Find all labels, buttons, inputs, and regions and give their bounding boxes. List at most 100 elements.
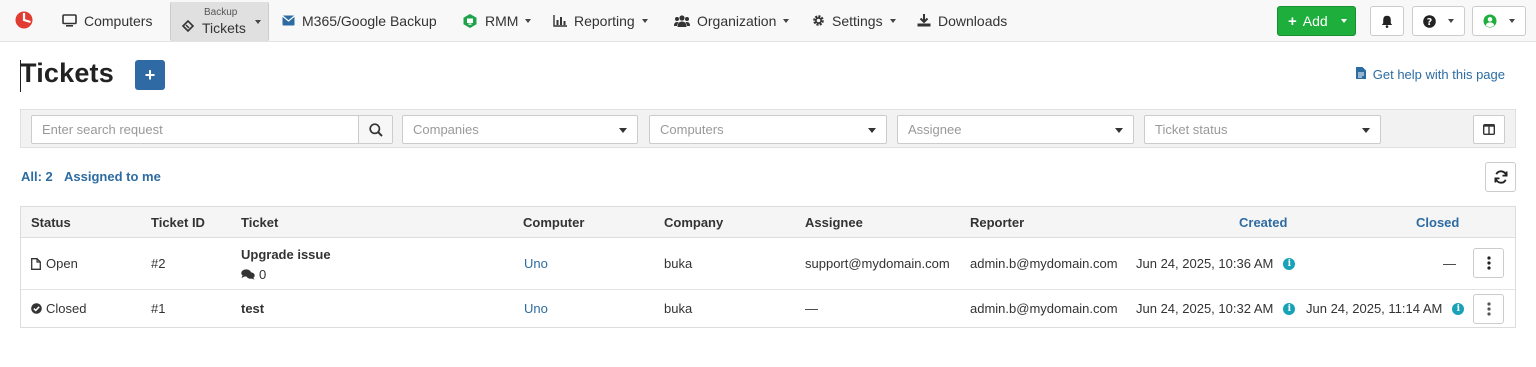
nav-downloads-label: Downloads [938,12,1008,29]
check-circle-icon [31,303,42,314]
nav-computers[interactable]: Computers [62,0,152,41]
nav-backup-tickets[interactable]: Backup Tickets [170,2,269,41]
nav-m365-backup[interactable]: M365/Google Backup [282,0,437,41]
status-text: Closed [46,301,87,316]
search-button[interactable] [358,115,393,144]
computers-select[interactable]: Computers [649,115,887,144]
row-actions-button[interactable] [1473,294,1504,324]
nav-reporting[interactable]: Reporting [553,0,648,41]
top-navbar: Computers Backup Tickets M365/Google Bac… [0,0,1536,42]
nav-organization-label: Organization [697,12,777,29]
plus-icon: + [144,64,156,85]
page-title: Tickets [20,58,114,88]
add-button[interactable]: + Add [1277,6,1356,36]
document-icon [1355,67,1366,82]
download-icon [917,14,931,27]
filter-assigned-to-me[interactable]: Assigned to me [64,169,161,184]
chevron-down-icon [254,19,261,24]
nav-rmm[interactable]: RMM [462,0,532,41]
nav-settings[interactable]: Settings [812,0,896,41]
ticket-title-link[interactable]: test [241,301,264,316]
info-icon[interactable]: i [1452,302,1465,315]
closed-date: Jun 24, 2025, 11:14 AM [1306,301,1443,316]
ticket-title-link[interactable]: Upgrade issue [241,247,331,262]
computer-link[interactable]: Uno [524,301,548,316]
computers-select-label: Computers [660,122,724,137]
gear-icon [812,14,825,27]
ticket-status-select[interactable]: Ticket status [1144,115,1381,144]
filter-all-count[interactable]: All: 2 [21,169,53,184]
ticket-status-select-label: Ticket status [1155,122,1228,137]
columns-toggle-button[interactable] [1473,115,1505,144]
envelope-icon [282,15,295,26]
column-ticket[interactable]: Ticket [241,215,278,230]
notifications-button[interactable] [1370,6,1404,36]
nav-computers-label: Computers [84,12,153,29]
plus-icon: + [1288,12,1297,30]
kebab-menu-icon [1486,302,1491,316]
chevron-down-icon [525,18,532,23]
column-status[interactable]: Status [31,215,71,230]
ticket-icon [181,19,195,33]
nav-m365-label: M365/Google Backup [302,12,437,29]
column-ticket-id[interactable]: Ticket ID [151,215,205,230]
help-button[interactable]: ? [1412,6,1465,36]
created-cell: Jun 24, 2025, 10:32 AM i [1136,301,1296,316]
chevron-down-icon [1340,19,1347,23]
status-text: Open [46,256,78,271]
assignee-cell: — [805,301,818,316]
app-logo-icon[interactable] [14,10,34,30]
comments-count-text: 0 [259,267,267,282]
column-closed[interactable]: Closed [1416,215,1459,230]
nav-tickets-label: Tickets [202,20,246,36]
info-icon[interactable]: i [1283,302,1296,315]
add-button-label: Add [1302,13,1328,29]
reporter-cell: admin.b@mydomain.com [970,256,1118,271]
search-placeholder: Enter search request [42,122,163,137]
refresh-icon [1494,170,1507,184]
new-ticket-button[interactable]: + [135,60,165,90]
column-company[interactable]: Company [664,215,723,230]
nav-organization[interactable]: Organization [674,0,790,41]
company-cell: buka [664,256,693,271]
row-actions-button[interactable] [1473,248,1504,278]
column-computer[interactable]: Computer [523,215,584,230]
user-menu-button[interactable] [1472,6,1526,36]
question-circle-icon: ? [1423,14,1436,28]
refresh-button[interactable] [1485,162,1516,192]
table-row[interactable]: Open #2 Upgrade issue 0 Uno buka support… [21,238,1515,290]
nav-downloads[interactable]: Downloads [917,0,1007,41]
help-link[interactable]: Get help with this page [1355,67,1505,82]
chevron-down-icon [1509,19,1515,23]
created-date: Jun 24, 2025, 10:32 AM [1136,301,1274,316]
reporter-cell: admin.b@mydomain.com [970,301,1118,316]
column-assignee[interactable]: Assignee [805,215,863,230]
svg-text:?: ? [1427,17,1433,28]
nav-backup-label: Backup [204,7,238,18]
user-avatar-icon [1483,14,1497,28]
status-cell: Open [31,256,78,271]
chevron-down-icon [889,18,896,23]
closed-cell: — [1443,256,1456,271]
nav-rmm-label: RMM [485,12,519,29]
table-row[interactable]: Closed #1 test Uno buka — admin.b@mydoma… [21,290,1515,328]
column-created[interactable]: Created [1239,215,1287,230]
tickets-table: Status Ticket ID Ticket Computer Company… [20,206,1516,328]
comments-icon [241,269,255,280]
column-reporter[interactable]: Reporter [970,215,1024,230]
chevron-down-icon [868,128,876,133]
chevron-down-icon [783,18,790,23]
chevron-down-icon [619,128,627,133]
info-icon[interactable]: i [1283,257,1296,270]
companies-select-label: Companies [413,122,479,137]
computer-link[interactable]: Uno [524,256,548,271]
chevron-down-icon [1448,19,1454,23]
assignee-select[interactable]: Assignee [897,115,1134,144]
chevron-down-icon [1362,128,1370,133]
companies-select[interactable]: Companies [402,115,638,144]
kebab-menu-icon [1486,256,1491,270]
closed-cell: Jun 24, 2025, 11:14 AM i [1306,301,1465,316]
created-date: Jun 24, 2025, 10:36 AM [1136,256,1274,271]
search-input[interactable]: Enter search request [31,115,359,144]
search-icon [368,122,383,137]
